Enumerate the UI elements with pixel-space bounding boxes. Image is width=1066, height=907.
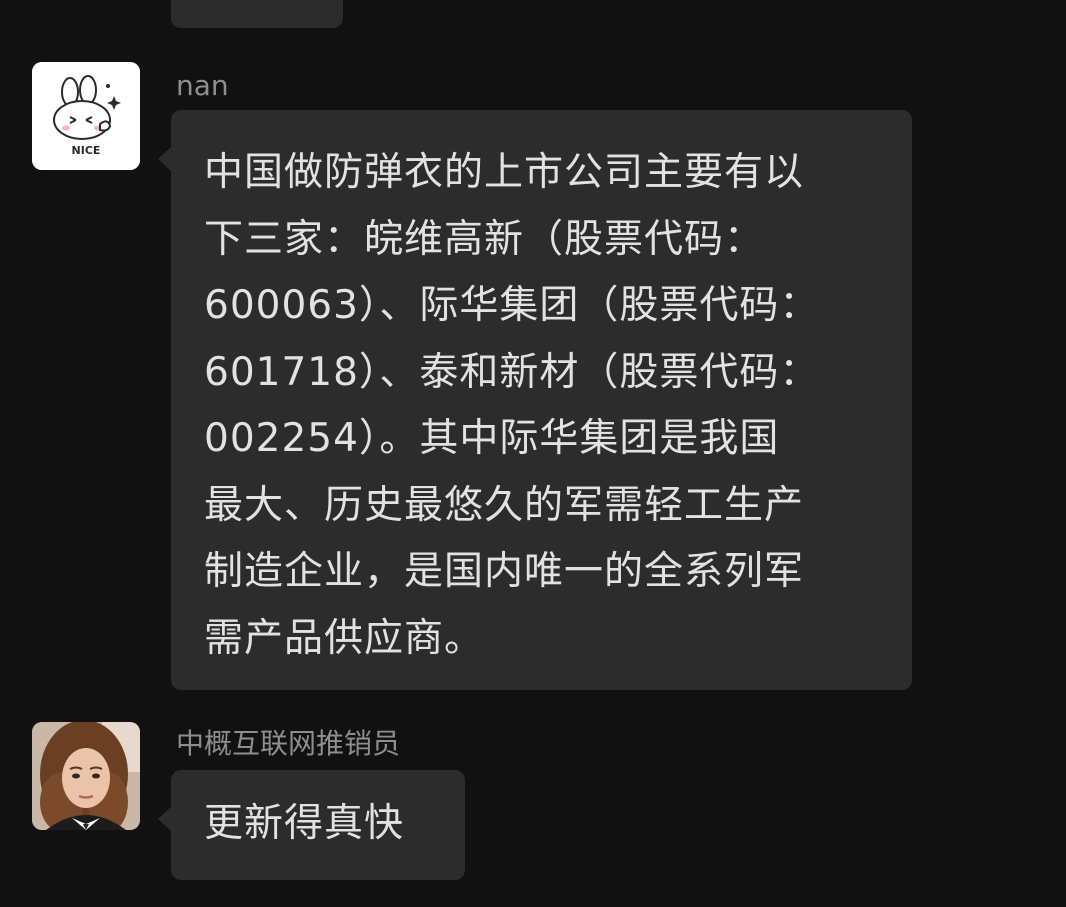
message-bubble[interactable]: 更新得真快 [158,770,465,880]
message-text: 更新得真快 [204,801,405,846]
sender-name: 中概互联网推销员 [176,727,401,760]
bunny-nice-sticker-avatar-icon: NICE [32,62,140,170]
avatar[interactable]: NICE [32,62,140,170]
svg-text:NICE: NICE [72,144,101,157]
sender-name: nan [176,69,229,102]
message-text: 中国做防弹衣的上市公司主要有以 下三家：皖维高新（股票代码： 600063）、际… [204,150,820,661]
message-bubble[interactable]: 中国做防弹衣的上市公司主要有以 下三家：皖维高新（股票代码： 600063）、际… [158,110,912,690]
girl-portrait-avatar-icon [32,722,140,830]
previous-message-bubble[interactable] [171,0,343,28]
avatar[interactable] [32,722,140,830]
